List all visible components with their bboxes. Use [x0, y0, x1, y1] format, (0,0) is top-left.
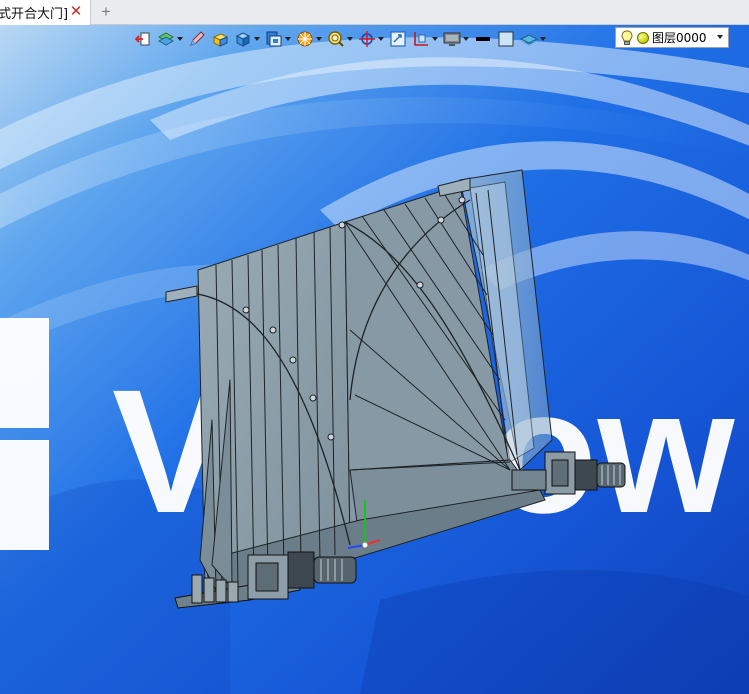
layer-select[interactable]: 图层0000: [615, 27, 729, 48]
render-sphere-button[interactable]: [296, 28, 322, 50]
exit-button[interactable]: [134, 28, 152, 50]
chevron-down-icon: [347, 37, 353, 41]
close-tab-icon[interactable]: ✕: [68, 3, 84, 21]
new-tab-icon[interactable]: +: [98, 3, 114, 21]
layers-stack-icon: [157, 32, 175, 46]
plane-button[interactable]: [520, 28, 546, 50]
document-tab[interactable]: 式开合大门] ✕: [0, 0, 91, 25]
layer-color-icon: [637, 31, 649, 44]
viewport-canvas: Vindow: [0, 25, 749, 694]
monitor-button[interactable]: [443, 28, 469, 50]
chevron-down-icon: [463, 37, 469, 41]
fit-view-button[interactable]: [389, 28, 407, 50]
solid-block-button[interactable]: [211, 28, 229, 50]
color-swatch-icon: [498, 31, 514, 47]
view-toolbar: [134, 27, 551, 51]
chevron-down-icon: [177, 37, 183, 41]
chevron-down-icon: [378, 37, 384, 41]
section-view-icon: [414, 32, 428, 46]
lightbulb-icon: [621, 29, 633, 45]
section-view-button[interactable]: [412, 28, 438, 50]
chevron-down-icon: [285, 37, 291, 41]
line-weight-icon: [476, 37, 490, 41]
display-style-button[interactable]: [265, 28, 291, 50]
color-swatch-button[interactable]: [497, 28, 515, 50]
3d-viewport[interactable]: Vindow: [0, 25, 749, 694]
layer-name: 图层0000: [652, 31, 707, 45]
chevron-down-icon[interactable]: [717, 35, 723, 39]
layers-stack-button[interactable]: [157, 28, 183, 50]
pencil-button[interactable]: [188, 28, 206, 50]
monitor-icon: [443, 32, 461, 46]
zoom-icon: [328, 31, 344, 47]
pencil-icon: [190, 31, 205, 46]
chevron-down-icon: [432, 37, 438, 41]
solid-block-icon: [212, 33, 229, 47]
cube-view-icon: [235, 32, 251, 47]
cube-view-button[interactable]: [234, 28, 260, 50]
document-tab-bar: 式开合大门] ✕ +: [0, 0, 749, 25]
render-sphere-icon: [297, 31, 313, 47]
display-style-icon: [266, 31, 282, 47]
chevron-down-icon: [254, 37, 260, 41]
document-tab-title: 式开合大门]: [0, 7, 69, 22]
zoom-button[interactable]: [327, 28, 353, 50]
fit-view-icon: [390, 31, 406, 47]
target-icon: [359, 31, 375, 47]
exit-icon: [134, 32, 150, 46]
chevron-down-icon: [316, 37, 322, 41]
target-button[interactable]: [358, 28, 384, 50]
chevron-down-icon: [540, 37, 546, 41]
line-weight-button[interactable]: [474, 28, 492, 50]
plane-icon: [520, 34, 538, 45]
